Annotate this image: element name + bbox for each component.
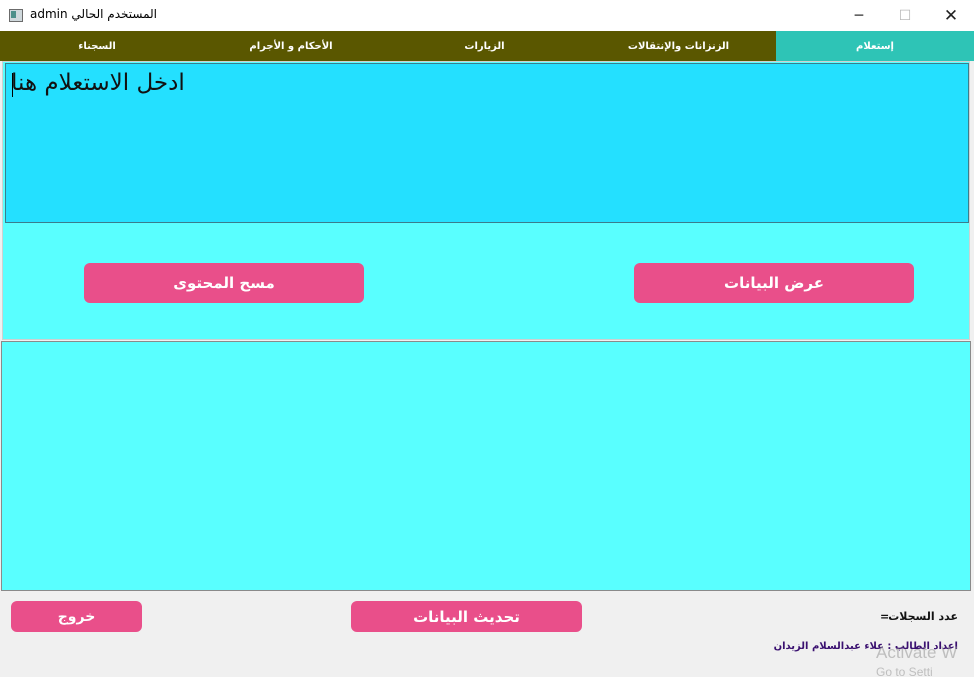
app-window-icon	[9, 9, 23, 22]
tab-visits[interactable]: الزيارات	[388, 31, 581, 61]
refresh-data-button[interactable]: تحديث البيانات	[351, 601, 582, 632]
query-input-text: ادخل الاستعلام هنا	[11, 70, 185, 96]
clear-content-button[interactable]: مسح المحتوى	[84, 263, 364, 303]
show-data-button[interactable]: عرض البيانات	[634, 263, 914, 303]
exit-button[interactable]: خروج	[11, 601, 142, 632]
query-input[interactable]: ادخل الاستعلام هنا	[5, 63, 969, 223]
query-panel: ادخل الاستعلام هنا مسح المحتوى عرض البيا…	[2, 61, 970, 340]
main-window: المستخدم الحالي admin ─ ☐ ✕ إستعلام الزن…	[0, 0, 974, 677]
tab-bar: إستعلام الزنزانات والإنتقالات الزيارات ا…	[0, 31, 974, 61]
tab-sentences-crimes[interactable]: الأحكام و الأجرام	[194, 31, 388, 61]
tab-query[interactable]: إستعلام	[776, 31, 974, 61]
activation-watermark-subtitle: Go to Setti	[876, 665, 933, 677]
tab-cells-transfers[interactable]: الزنزانات والإنتقالات	[581, 31, 776, 61]
tab-prisoners[interactable]: السجناء	[0, 31, 194, 61]
activation-watermark-title: Activate W	[876, 643, 958, 662]
minimize-button[interactable]: ─	[836, 0, 882, 31]
close-button[interactable]: ✕	[928, 0, 974, 31]
window-title: المستخدم الحالي admin	[30, 7, 158, 21]
results-grid[interactable]	[1, 341, 971, 591]
records-label: عدد السجلات	[888, 610, 958, 623]
maximize-button[interactable]: ☐	[882, 0, 928, 31]
title-bar: المستخدم الحالي admin ─ ☐ ✕	[0, 0, 974, 32]
